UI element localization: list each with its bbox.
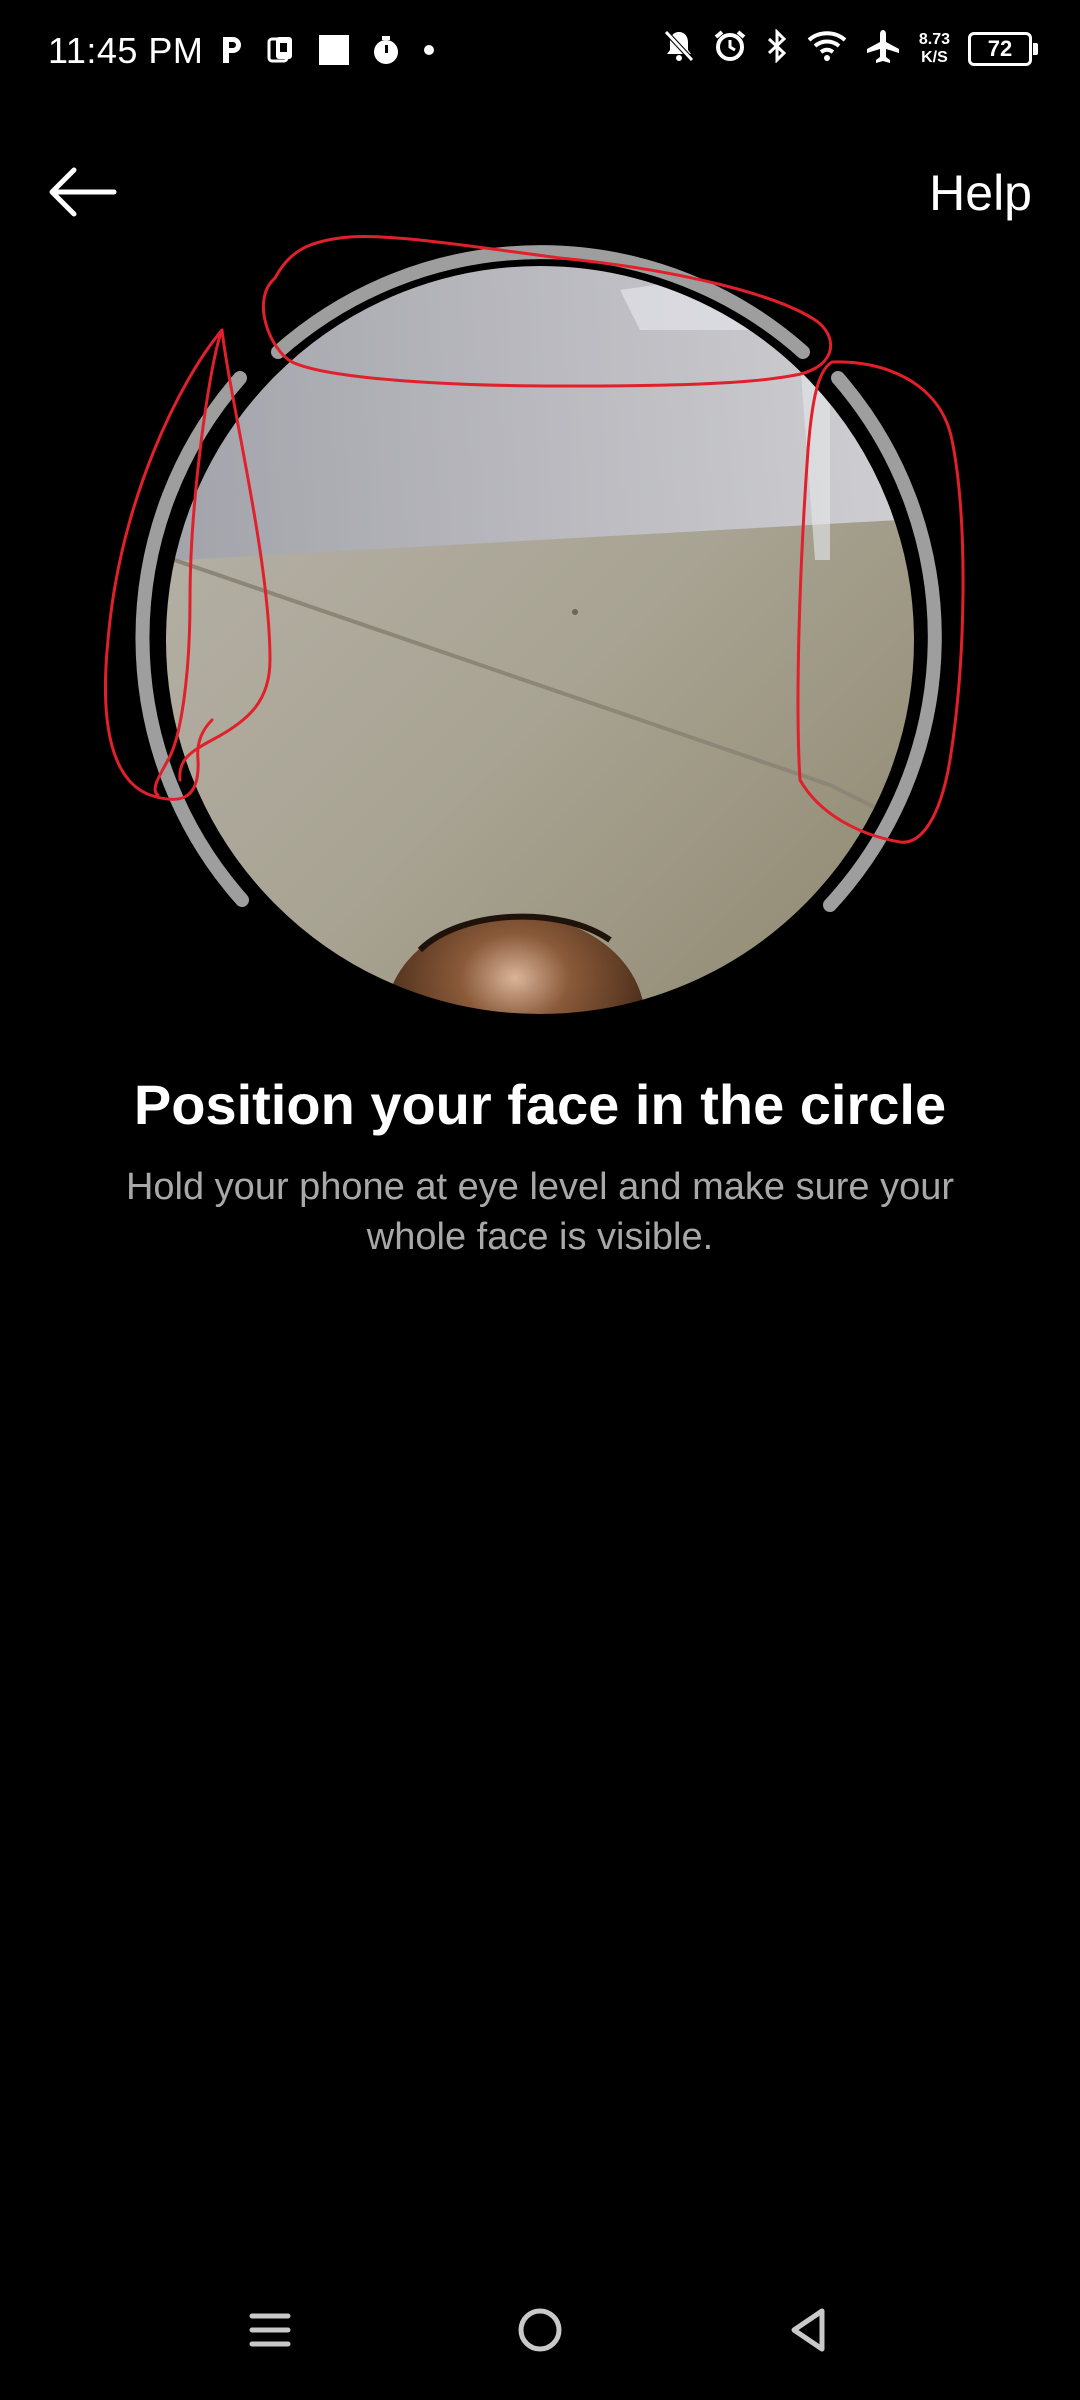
- battery-level: 72: [987, 35, 1013, 61]
- status-right-icons: 8.73 K/S 72: [663, 28, 1038, 69]
- timer-icon: [372, 35, 400, 70]
- alarm-icon: [713, 29, 747, 68]
- speed-unit: K/S: [921, 48, 948, 66]
- menu-icon: [249, 2313, 291, 2347]
- dot-icon: [422, 43, 436, 62]
- system-back-button[interactable]: [768, 2290, 848, 2370]
- system-nav-bar: [0, 2260, 1080, 2400]
- camera-preview-area: [0, 230, 1080, 1030]
- parking-icon: [220, 35, 244, 70]
- home-icon: [518, 2308, 562, 2352]
- status-bar: 11:45 PM 8.73 K/S 72: [0, 0, 1080, 110]
- airplane-icon: [865, 28, 901, 69]
- wifi-icon: [807, 30, 847, 67]
- help-button[interactable]: Help: [929, 164, 1032, 222]
- battery-indicator: 72: [968, 31, 1038, 66]
- status-left-icons: [220, 34, 436, 71]
- page-title: Position your face in the circle: [133, 1073, 947, 1136]
- bell-muted-icon: [663, 29, 695, 68]
- arrow-left-icon: [49, 167, 117, 217]
- instruction-text: Hold your phone at eye level and make su…: [125, 1166, 955, 1258]
- status-time: 11:45 PM: [48, 30, 204, 71]
- home-button[interactable]: [500, 2290, 580, 2370]
- network-speed: 8.73 K/S: [919, 31, 950, 67]
- bluetooth-icon: [765, 28, 789, 68]
- recent-apps-button[interactable]: [230, 2290, 310, 2370]
- square-icon: [318, 34, 350, 71]
- sim-icon: [266, 35, 296, 70]
- speed-value: 8.73: [918, 30, 950, 48]
- back-button[interactable]: [42, 160, 122, 224]
- camera-preview: [103, 235, 965, 1022]
- back-triangle-icon: [791, 2308, 825, 2352]
